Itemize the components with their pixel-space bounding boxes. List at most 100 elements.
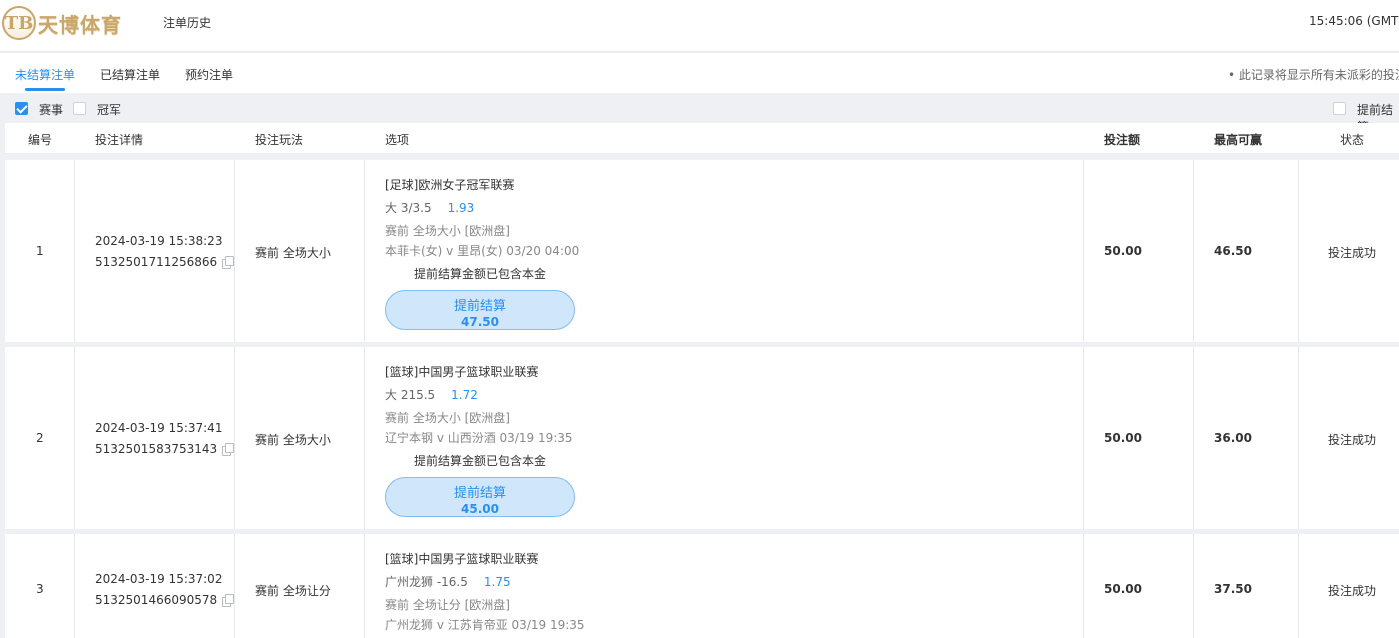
pick-line: 大 3/3.5 1.93 [385,199,474,216]
table-header: 编号 投注详情 投注玩法 选项 投注额 最高可赢 状态 [5,123,1399,153]
pick: 大 215.5 [385,388,436,402]
column-divider [74,534,75,638]
column-divider [1193,160,1194,342]
ticket-line: 5132501583753143 [95,442,235,456]
status-text: 投注成功 [1328,584,1377,598]
odds: 1.72 [451,388,478,402]
table-row: 3 2024-03-19 15:37:02 5132501466090578 赛… [5,534,1399,638]
max-win-amount: 46.50 [1214,244,1252,258]
table-row: 2 2024-03-19 15:37:41 5132501583753143 赛… [5,347,1399,529]
column-divider [364,160,365,342]
column-divider [1298,347,1299,529]
tab-settled[interactable]: 已结算注单 [100,66,160,83]
stake-amount: 50.00 [1104,582,1142,596]
ticket-number: 5132501583753143 [95,442,218,456]
logo-mark-icon: TB [2,6,36,40]
odds: 1.75 [483,575,511,589]
tab-reserved[interactable]: 预约注单 [185,66,233,83]
pick: 广州龙狮 -16.5 [385,575,468,589]
stake-amount: 50.00 [1104,431,1142,445]
notice-text: • 此记录将显示所有未派彩的投注 [1228,68,1399,82]
column-divider [1193,534,1194,638]
column-divider [1193,347,1194,529]
tab-unsettled[interactable]: 未结算注单 [15,66,75,83]
cashout-amount: 47.50 [461,315,499,329]
bet-datetime: 2024-03-19 15:37:02 [95,572,223,586]
col-header-status: 状态 [1340,133,1365,147]
market-info: 赛前 全场大小 [欧洲盘] [385,224,510,238]
cashout-button-label: 提前结算 [453,299,506,314]
clock: 15:45:06 (GMT+8) [1309,14,1399,28]
event-checkbox[interactable] [15,102,28,115]
match-info: 本菲卡(女) v 里昂(女) 03/20 04:00 [385,244,580,258]
column-divider [234,347,235,529]
cashout-only-checkbox[interactable] [1333,102,1346,115]
market-info: 赛前 全场让分 [欧洲盘] [385,598,510,612]
top-bar: TB 天博体育 注单历史 15:45:06 (GMT+8) [0,0,1399,52]
column-divider [364,534,365,638]
column-divider [1083,160,1084,342]
max-win-amount: 36.00 [1214,431,1252,445]
column-divider [234,160,235,342]
active-tab-indicator [25,88,65,91]
ticket-number: 5132501466090578 [95,593,218,607]
logo-text: 天博体育 [38,12,122,37]
ticket-number: 5132501711256866 [95,255,218,269]
col-header-bet-type: 投注玩法 [255,133,304,147]
brand-logo[interactable]: TB 天博体育 [2,5,122,41]
col-header-details: 投注详情 [95,133,144,147]
max-win-amount: 37.50 [1214,582,1252,596]
pick-line: 大 215.5 1.72 [385,386,478,403]
status-text: 投注成功 [1328,246,1377,260]
bet-datetime: 2024-03-19 15:37:41 [95,421,223,435]
filter-bar: 赛事 冠军 提前结算 [0,93,1399,134]
cashout-note: 提前结算金额已包含本金 [414,267,547,281]
league-name: [篮球]中国男子篮球职业联赛 [385,365,539,379]
column-divider [364,347,365,529]
cashout-note: 提前结算金额已包含本金 [414,454,547,468]
copy-icon[interactable] [222,594,235,607]
ticket-line: 5132501711256866 [95,255,235,269]
column-divider [74,160,75,342]
cashout-button-label: 提前结算 [453,486,506,501]
bet-type: 赛前 全场大小 [255,433,331,447]
league-name: [足球]欧洲女子冠军联赛 [385,178,515,192]
copy-icon[interactable] [222,256,235,269]
event-checkbox-label[interactable]: 赛事 [39,101,63,118]
col-header-stake: 投注额 [1104,133,1141,147]
cashout-amount: 45.00 [461,502,499,516]
table-row: 1 2024-03-19 15:38:23 5132501711256866 赛… [5,160,1399,342]
col-header-option: 选项 [385,133,410,147]
row-number: 2 [36,431,44,445]
league-name: [篮球]中国男子篮球职业联赛 [385,552,539,566]
champion-checkbox[interactable] [73,102,86,115]
column-divider [1083,347,1084,529]
stake-amount: 50.00 [1104,244,1142,258]
column-divider [1083,534,1084,638]
tabs-bar: 未结算注单 已结算注单 预约注单 • 此记录将显示所有未派彩的投注 [0,53,1399,93]
match-info: 辽宁本钢 v 山西汾酒 03/19 19:35 [385,431,573,445]
market-info: 赛前 全场大小 [欧洲盘] [385,411,510,425]
col-header-max-win: 最高可赢 [1214,133,1263,147]
pick-line: 广州龙狮 -16.5 1.75 [385,573,511,590]
bet-history-nav[interactable]: 注单历史 [163,14,211,31]
col-header-no: 编号 [28,133,53,147]
bet-datetime: 2024-03-19 15:38:23 [95,234,223,248]
column-divider [74,347,75,529]
status-text: 投注成功 [1328,433,1377,447]
cashout-button[interactable]: 提前结算 47.50 [385,290,575,330]
row-number: 3 [36,582,44,596]
bet-type: 赛前 全场大小 [255,246,331,260]
column-divider [234,534,235,638]
odds: 1.93 [447,201,475,215]
bet-type: 赛前 全场让分 [255,584,331,598]
column-divider [1298,534,1299,638]
column-divider [1298,160,1299,342]
row-number: 1 [36,244,44,258]
match-info: 广州龙狮 v 江苏肯帝亚 03/19 19:35 [385,618,585,632]
copy-icon[interactable] [222,443,235,456]
pick: 大 3/3.5 [385,201,432,215]
champion-checkbox-label[interactable]: 冠军 [97,101,121,118]
ticket-line: 5132501466090578 [95,593,235,607]
cashout-button[interactable]: 提前结算 45.00 [385,477,575,517]
